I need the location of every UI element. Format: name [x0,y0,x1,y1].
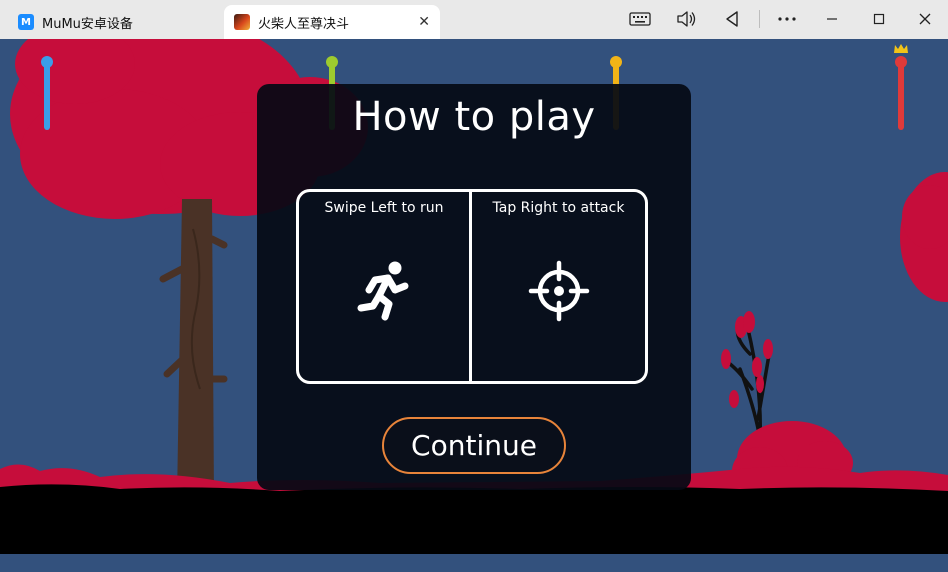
tab-close-icon[interactable]: ✕ [418,14,430,30]
bottom-bar [0,554,948,572]
continue-button[interactable]: Continue [382,417,566,474]
tab-game[interactable]: 火柴人至尊决斗 ✕ [224,5,440,39]
dialog-title: How to play [352,94,596,140]
volume-icon[interactable] [674,8,698,30]
tab-label: MuMu安卓设备 [42,16,133,32]
tab-mumu-device[interactable]: M MuMu安卓设备 [10,5,215,39]
mumu-logo-icon: M [18,14,34,30]
keyboard-icon[interactable] [628,8,652,30]
swipe-left-label: Swipe Left to run [324,200,444,216]
tap-right-panel: Tap Right to attack [472,189,648,384]
more-icon[interactable] [775,8,799,30]
back-icon[interactable] [720,8,744,30]
game-icon [234,14,250,30]
minimize-icon[interactable] [820,8,844,30]
maximize-icon[interactable] [867,8,891,30]
tab-label: 火柴人至尊决斗 [258,16,350,32]
crosshair-icon [528,260,590,326]
title-bar: M MuMu安卓设备 火柴人至尊决斗 ✕ [0,0,948,39]
how-to-play-dialog: How to play Swipe Left to run Tap Right … [257,84,691,490]
running-person-icon [355,260,413,326]
toolbar-divider [759,10,760,28]
close-icon[interactable] [913,8,937,30]
tap-right-label: Tap Right to attack [492,200,625,216]
swipe-left-panel: Swipe Left to run [296,189,472,384]
